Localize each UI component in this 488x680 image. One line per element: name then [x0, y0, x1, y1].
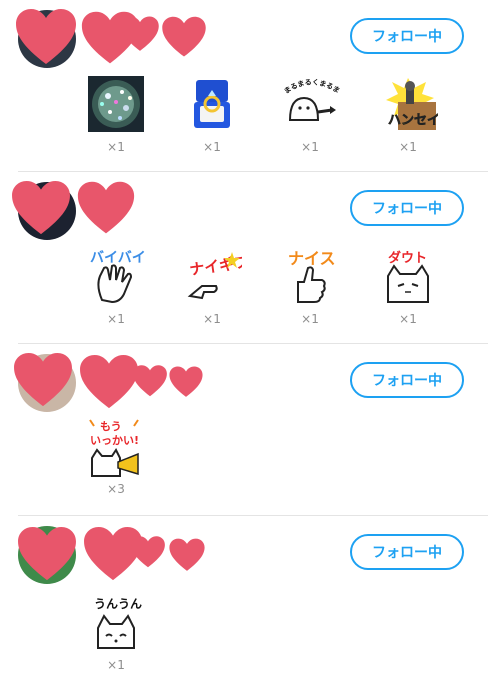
svg-text:もう: もう	[100, 420, 122, 433]
gift-count: ×1	[301, 140, 319, 154]
gift-item: ハンセイ ×1	[376, 74, 440, 154]
mou-ikkai-sticker: もう いっかい!	[86, 416, 146, 477]
hansei-sticker: ハンセイ	[378, 74, 438, 134]
follow-button[interactable]: フォロー中	[350, 534, 464, 570]
heart-sticker-icon	[18, 526, 76, 581]
unun-cat-sticker: うんうん	[86, 592, 146, 652]
heart-sticker-icon	[80, 354, 138, 409]
user-row: フォロー中 バイバイ ×1 ナイギフ ×1 ナイス ×1 ダウト ×1	[0, 172, 488, 344]
gift-count: ×1	[107, 312, 125, 326]
svg-text:ナイギフ: ナイギフ	[188, 253, 242, 279]
heart-sticker-icon	[169, 366, 203, 397]
heart-sticker-icon	[131, 536, 165, 568]
svg-text:うんうん: うんうん	[94, 597, 142, 611]
gift-count: ×1	[107, 658, 125, 672]
svg-text:いっかい!: いっかい!	[90, 434, 139, 447]
user-row: フォロー中 ×1 ×1 まるまるくまる ×1 ハンセイ ×1	[0, 0, 488, 172]
heart-sticker-icon	[169, 538, 205, 571]
heart-sticker-icon	[14, 352, 72, 407]
gift-item: ×1	[180, 74, 244, 154]
gift-item: バイバイ ×1	[84, 246, 148, 326]
gift-count: ×1	[301, 312, 319, 326]
gift-count: ×1	[203, 312, 221, 326]
ring-box-icon	[182, 74, 242, 134]
heart-sticker-icon	[162, 16, 206, 57]
nice-sticker: ナイス	[280, 246, 340, 306]
glitter-ball-icon	[86, 74, 146, 134]
gift-item: ×1	[84, 74, 148, 154]
svg-text:ダウト: ダウト	[388, 250, 427, 266]
gift-count: ×1	[399, 140, 417, 154]
gift-item: もう いっかい! ×3	[84, 416, 148, 496]
gift-item: ダウト ×1	[376, 246, 440, 326]
svg-text:ハンセイ: ハンセイ	[388, 113, 438, 128]
svg-text:まるまるくまるまるし: まるまるくまるまるし	[280, 74, 340, 96]
gift-item: ナイギフ ×1	[180, 246, 244, 326]
heart-sticker-icon	[121, 16, 159, 51]
follow-button[interactable]: フォロー中	[350, 18, 464, 54]
gift-count: ×1	[399, 312, 417, 326]
doubt-cat-sticker: ダウト	[378, 246, 438, 306]
heart-sticker-icon	[12, 180, 70, 235]
gift-count: ×3	[107, 482, 125, 496]
cat-pointing-sticker: まるまるくまるまるし	[280, 74, 340, 134]
gift-item: ナイス ×1	[278, 246, 342, 326]
gift-item: うんうん ×1	[84, 592, 148, 672]
svg-text:ナイス: ナイス	[288, 249, 336, 268]
heart-sticker-icon	[77, 181, 135, 234]
heart-sticker-icon	[133, 365, 167, 397]
svg-text:バイバイ: バイバイ	[90, 250, 146, 266]
user-row: フォロー中 うんうん ×1	[0, 516, 488, 680]
gift-count: ×1	[203, 140, 221, 154]
byebye-sticker: バイバイ	[86, 246, 146, 306]
gift-item: まるまるくまるまるし ×1	[278, 74, 342, 154]
follow-button[interactable]: フォロー中	[350, 362, 464, 398]
heart-sticker-icon	[16, 9, 76, 64]
user-row: フォロー中 もう いっかい! ×3	[0, 344, 488, 516]
nice-gif-sticker: ナイギフ	[182, 246, 242, 306]
follow-button[interactable]: フォロー中	[350, 190, 464, 226]
gift-count: ×1	[107, 140, 125, 154]
